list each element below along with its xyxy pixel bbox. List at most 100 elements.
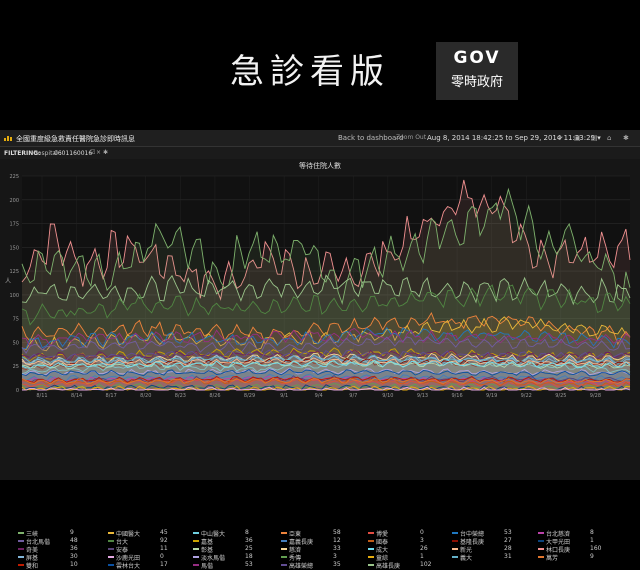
legend-current-value: 0 xyxy=(160,553,164,560)
legend-item[interactable]: 秀傳 3 xyxy=(281,553,381,562)
legend-swatch xyxy=(108,532,114,534)
legend-current-value: 8 xyxy=(245,529,249,536)
x-tick-label: 9/7 xyxy=(349,393,357,399)
legend-current-value: 3 xyxy=(420,537,424,544)
legend-current-value: 9 xyxy=(70,529,74,536)
legend-swatch xyxy=(452,540,458,542)
legend-current-value: 10 xyxy=(70,561,78,568)
legend-current-value: 26 xyxy=(420,545,428,552)
legend-swatch xyxy=(281,532,287,534)
legend-current-value: 58 xyxy=(333,529,341,536)
legend-item[interactable]: 大甲光田 1 xyxy=(538,537,638,546)
legend-swatch xyxy=(452,548,458,550)
legend-item[interactable]: 高雄榮總 35 xyxy=(281,561,381,570)
legend-swatch xyxy=(108,564,114,566)
legend-current-value: 30 xyxy=(70,553,78,560)
legend-swatch xyxy=(368,556,374,558)
legend-item[interactable]: 奇美 36 xyxy=(18,545,118,554)
legend-item[interactable]: 台北馬偕 48 xyxy=(18,537,118,546)
legend-item[interactable]: 台北慈濟 8 xyxy=(538,529,638,538)
legend-swatch xyxy=(281,564,287,566)
legend-swatch xyxy=(281,548,287,550)
legend-swatch xyxy=(281,540,287,542)
legend-current-value: 35 xyxy=(333,561,341,568)
legend-item[interactable]: 新光 28 xyxy=(452,545,552,554)
legend-item[interactable]: 高雄長庚 102 xyxy=(368,561,468,570)
x-tick-label: 9/1 xyxy=(280,393,288,399)
y-tick-label: 0 xyxy=(16,388,19,394)
legend-current-value: 36 xyxy=(70,545,78,552)
legend-item[interactable]: 萬芳 9 xyxy=(538,553,638,562)
x-tick-label: 9/28 xyxy=(590,393,601,399)
legend-current-value: 0 xyxy=(420,529,424,536)
legend-row: 奇美 36 安泰 11 彰基 25 慈濟 33 成大 26 新光 28 林口長庚 160 xyxy=(18,545,628,554)
logo-subtext: 零時政府 xyxy=(450,75,503,90)
y-tick-label: 125 xyxy=(9,269,19,275)
x-tick-label: 8/26 xyxy=(209,393,220,399)
legend-row: 雙和 10 雲林台大 17 馬偕 53 高雄榮總 35 高雄長庚 102 xyxy=(18,561,628,570)
x-tick-label: 8/23 xyxy=(175,393,186,399)
legend-item[interactable]: 義大 31 xyxy=(452,553,552,562)
legend-swatch xyxy=(18,540,24,542)
legend-series-name: 雙和 xyxy=(26,563,39,570)
legend-current-value: 36 xyxy=(245,537,253,544)
y-tick-label: 75 xyxy=(13,317,19,323)
legend-item[interactable]: 屏基 30 xyxy=(18,553,118,562)
legend-current-value: 53 xyxy=(245,561,253,568)
legend-current-value: 27 xyxy=(504,537,512,544)
legend-item[interactable]: 亞東 58 xyxy=(281,529,381,538)
logo-text: GOV xyxy=(453,48,501,68)
legend-item[interactable]: 中山醫大 8 xyxy=(193,529,293,538)
legend-current-value: 31 xyxy=(504,553,512,560)
legend-item[interactable]: 雙和 10 xyxy=(18,561,118,570)
legend-current-value: 3 xyxy=(333,553,337,560)
legend-series-name: 高雄長庚 xyxy=(376,563,401,570)
legend-item[interactable]: 三峽 9 xyxy=(18,529,118,538)
legend-item[interactable]: 嘉基 36 xyxy=(193,537,293,546)
legend-item[interactable]: 林口長庚 160 xyxy=(538,545,638,554)
legend-swatch xyxy=(538,532,544,534)
legend-row: 屏基 30 沙鹿光田 0 淡水馬偕 18 秀傳 3 童綜 1 義大 31 萬芳 9 xyxy=(18,553,628,562)
legend-swatch xyxy=(108,548,114,550)
waiting-admission-chart: 0 25 50 75 100 125 150 175 200 225 人 8/11 8/14 8/17 8/… xyxy=(5,174,631,399)
legend-current-value: 1 xyxy=(420,553,424,560)
x-tick-label: 8/14 xyxy=(71,393,82,399)
legend-swatch xyxy=(18,548,24,550)
legend-swatch xyxy=(108,540,114,542)
legend-current-value: 9 xyxy=(590,553,594,560)
x-tick-label: 8/17 xyxy=(106,393,117,399)
legend-series-name: 馬偕 xyxy=(201,563,214,570)
legend-swatch xyxy=(368,548,374,550)
legend-swatch xyxy=(18,556,24,558)
x-tick-label: 9/10 xyxy=(382,393,393,399)
x-tick-label: 9/16 xyxy=(451,393,462,399)
x-tick-label: 8/29 xyxy=(244,393,255,399)
legend-swatch xyxy=(538,556,544,558)
legend-item[interactable]: 馬偕 53 xyxy=(193,561,293,570)
y-tick-label: 225 xyxy=(9,174,19,180)
legend-swatch xyxy=(193,556,199,558)
gov-logo: GOV 零時政府 xyxy=(436,42,518,100)
x-tick-label: 9/25 xyxy=(555,393,566,399)
legend-item[interactable]: 嘉義長庚 12 xyxy=(281,537,381,546)
legend-current-value: 28 xyxy=(504,545,512,552)
legend-current-value: 48 xyxy=(70,537,78,544)
x-tick-label: 8/20 xyxy=(140,393,151,399)
legend-item[interactable]: 淡水馬偕 18 xyxy=(193,553,293,562)
legend-swatch xyxy=(18,564,24,566)
legend-row: 三峽 9 中國醫大 45 中山醫大 8 亞東 58 博愛 0 台中榮總 53 台北慈濟 8 xyxy=(18,529,628,538)
legend-swatch xyxy=(452,532,458,534)
legend-item[interactable]: 慈濟 33 xyxy=(281,545,381,554)
x-tick-label: 9/19 xyxy=(486,393,497,399)
legend-item[interactable]: 彰基 25 xyxy=(193,545,293,554)
legend-item[interactable]: 台中榮總 53 xyxy=(452,529,552,538)
x-tick-label: 9/13 xyxy=(417,393,428,399)
y-tick-label: 25 xyxy=(13,364,19,370)
legend-series-name: 雲林台大 xyxy=(116,563,141,570)
legend-current-value: 92 xyxy=(160,537,168,544)
legend-item[interactable]: 基隆長庚 27 xyxy=(452,537,552,546)
y-tick-label: 50 xyxy=(13,340,19,346)
legend-current-value: 12 xyxy=(333,537,341,544)
legend-swatch xyxy=(538,548,544,550)
legend-current-value: 1 xyxy=(590,537,594,544)
